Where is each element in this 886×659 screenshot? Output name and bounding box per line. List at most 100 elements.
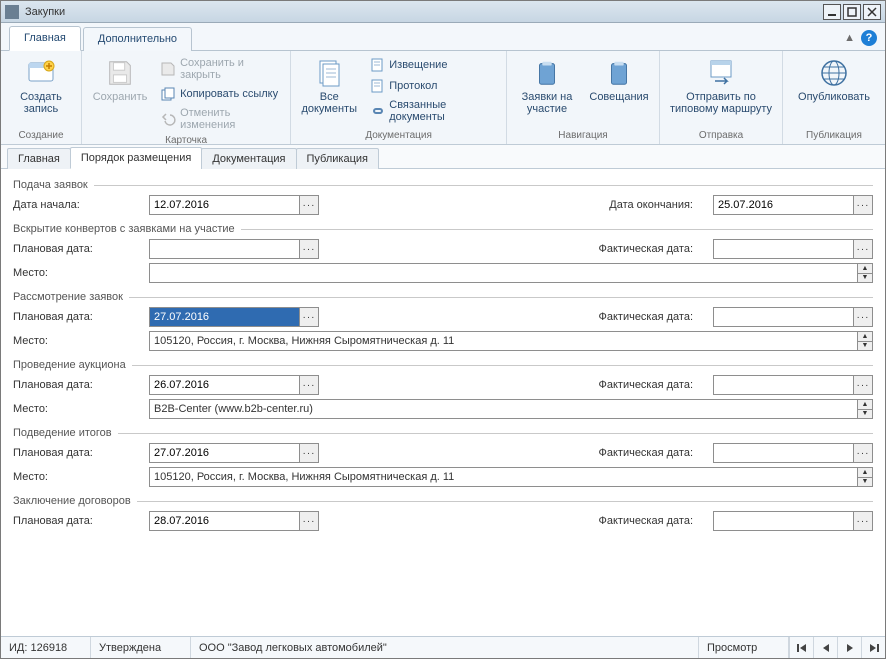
document-icon <box>369 78 385 94</box>
help-icon[interactable]: ? <box>861 30 877 46</box>
label-fact-date: Фактическая дата: <box>568 311 693 323</box>
protocol-button[interactable]: Протокол <box>365 76 500 96</box>
main-tab-bar: Главная Дополнительно ▲ ? <box>1 23 885 51</box>
close-button[interactable] <box>863 4 881 20</box>
label-place: Место: <box>13 335 143 347</box>
ribbon-group-title: Навигация <box>513 128 653 142</box>
label-fact-date: Фактическая дата: <box>568 447 693 459</box>
ribbon-group-publish: Опубликовать Публикация <box>783 51 885 144</box>
plan-date-field[interactable]: ··· <box>149 307 319 327</box>
plan-date-field[interactable]: ··· <box>149 375 319 395</box>
section-contracts: Заключение договоров Плановая дата: ··· … <box>13 495 873 531</box>
label-plan-date: Плановая дата: <box>13 379 143 391</box>
date-picker-icon[interactable]: ··· <box>299 239 319 259</box>
status-mode: Просмотр <box>699 637 789 658</box>
globe-icon <box>818 57 850 89</box>
copy-link-button[interactable]: Копировать ссылку <box>156 84 284 104</box>
section-title: Проведение аукциона <box>13 359 126 371</box>
nav-prev-button[interactable] <box>813 637 837 658</box>
subtab-publication[interactable]: Публикация <box>296 148 379 169</box>
label-plan-date: Плановая дата: <box>13 447 143 459</box>
nav-next-button[interactable] <box>837 637 861 658</box>
label-start-date: Дата начала: <box>13 199 143 211</box>
date-picker-icon[interactable]: ··· <box>299 443 319 463</box>
plan-date-field[interactable]: ··· <box>149 443 319 463</box>
ribbon-group-card: Сохранить Сохранить и закрыть Копировать… <box>82 51 291 144</box>
subtab-main[interactable]: Главная <box>7 148 71 169</box>
save-close-icon <box>160 61 176 77</box>
spin-down-icon[interactable]: ▼ <box>857 273 873 284</box>
place-field[interactable]: B2B-Center (www.b2b-center.ru)▲▼ <box>149 399 873 419</box>
label-fact-date: Фактическая дата: <box>568 379 693 391</box>
sub-tab-bar: Главная Порядок размещения Документация … <box>1 145 885 169</box>
status-state: Утверждена <box>91 637 191 658</box>
date-picker-icon[interactable]: ··· <box>299 307 319 327</box>
place-field[interactable]: 105120, Россия, г. Москва, Нижняя Сыромя… <box>149 331 873 351</box>
spin-down-icon[interactable]: ▼ <box>857 409 873 420</box>
notice-button[interactable]: Извещение <box>365 55 500 75</box>
date-picker-icon[interactable]: ··· <box>299 375 319 395</box>
label-fact-date: Фактическая дата: <box>568 515 693 527</box>
maximize-button[interactable] <box>843 4 861 20</box>
minimize-button[interactable] <box>823 4 841 20</box>
fact-date-field[interactable]: ··· <box>713 307 873 327</box>
spin-up-icon[interactable]: ▲ <box>857 331 873 341</box>
documents-icon <box>313 57 345 89</box>
label-plan-date: Плановая дата: <box>13 311 143 323</box>
start-date-field[interactable]: ··· <box>149 195 319 215</box>
label-end-date: Дата окончания: <box>579 199 693 211</box>
date-picker-icon[interactable]: ··· <box>853 443 873 463</box>
nav-last-button[interactable] <box>861 637 885 658</box>
nav-first-button[interactable] <box>789 637 813 658</box>
section-results: Подведение итогов Плановая дата: ··· Фак… <box>13 427 873 487</box>
create-record-button[interactable]: Создать запись <box>7 55 75 117</box>
plan-date-field[interactable]: ··· <box>149 511 319 531</box>
new-record-icon <box>25 57 57 89</box>
fact-date-field[interactable]: ··· <box>713 239 873 259</box>
all-documents-button[interactable]: Все документы <box>297 55 361 117</box>
ribbon-group-title: Создание <box>7 128 75 142</box>
bids-button[interactable]: Заявки на участие <box>513 55 581 117</box>
meetings-button[interactable]: Совещания <box>585 55 653 105</box>
spin-down-icon[interactable]: ▼ <box>857 341 873 352</box>
date-picker-icon[interactable]: ··· <box>299 195 319 215</box>
date-picker-icon[interactable]: ··· <box>853 375 873 395</box>
date-picker-icon[interactable]: ··· <box>299 511 319 531</box>
tab-additional[interactable]: Дополнительно <box>83 27 192 51</box>
date-picker-icon[interactable]: ··· <box>853 307 873 327</box>
status-id: ИД: 126918 <box>1 637 91 658</box>
spin-up-icon[interactable]: ▲ <box>857 263 873 273</box>
collapse-ribbon-icon[interactable]: ▲ <box>844 32 855 44</box>
place-field[interactable]: ▲▼ <box>149 263 873 283</box>
place-field[interactable]: 105120, Россия, г. Москва, Нижняя Сыромя… <box>149 467 873 487</box>
save-and-close-button: Сохранить и закрыть <box>156 55 284 83</box>
form-area: Подача заявок Дата начала: ··· Дата окон… <box>1 169 885 636</box>
spin-down-icon[interactable]: ▼ <box>857 477 873 488</box>
fact-date-field[interactable]: ··· <box>713 511 873 531</box>
date-picker-icon[interactable]: ··· <box>853 195 873 215</box>
spin-up-icon[interactable]: ▲ <box>857 467 873 477</box>
section-submission: Подача заявок Дата начала: ··· Дата окон… <box>13 179 873 215</box>
end-date-field[interactable]: ··· <box>713 195 873 215</box>
plan-date-field[interactable]: ··· <box>149 239 319 259</box>
ribbon-group-title: Отправка <box>666 128 776 142</box>
ribbon-group-title: Публикация <box>789 128 879 142</box>
link-icon <box>369 103 385 119</box>
subtab-placement-order[interactable]: Порядок размещения <box>70 147 202 169</box>
spin-up-icon[interactable]: ▲ <box>857 399 873 409</box>
fact-date-field[interactable]: ··· <box>713 443 873 463</box>
linked-docs-button[interactable]: Связанные документы <box>365 97 500 125</box>
date-picker-icon[interactable]: ··· <box>853 511 873 531</box>
tab-main[interactable]: Главная <box>9 26 81 51</box>
window-title: Закупки <box>23 6 823 18</box>
subtab-documentation[interactable]: Документация <box>201 148 296 169</box>
fact-date-field[interactable]: ··· <box>713 375 873 395</box>
route-icon <box>705 57 737 89</box>
publish-button[interactable]: Опубликовать <box>789 55 879 105</box>
send-route-button[interactable]: Отправить по типовому маршруту <box>666 55 776 117</box>
window-controls <box>823 4 881 20</box>
ribbon-group-docs: Все документы Извещение Протокол Связанн… <box>291 51 507 144</box>
date-picker-icon[interactable]: ··· <box>853 239 873 259</box>
label-place: Место: <box>13 403 143 415</box>
folder-icon <box>531 57 563 89</box>
